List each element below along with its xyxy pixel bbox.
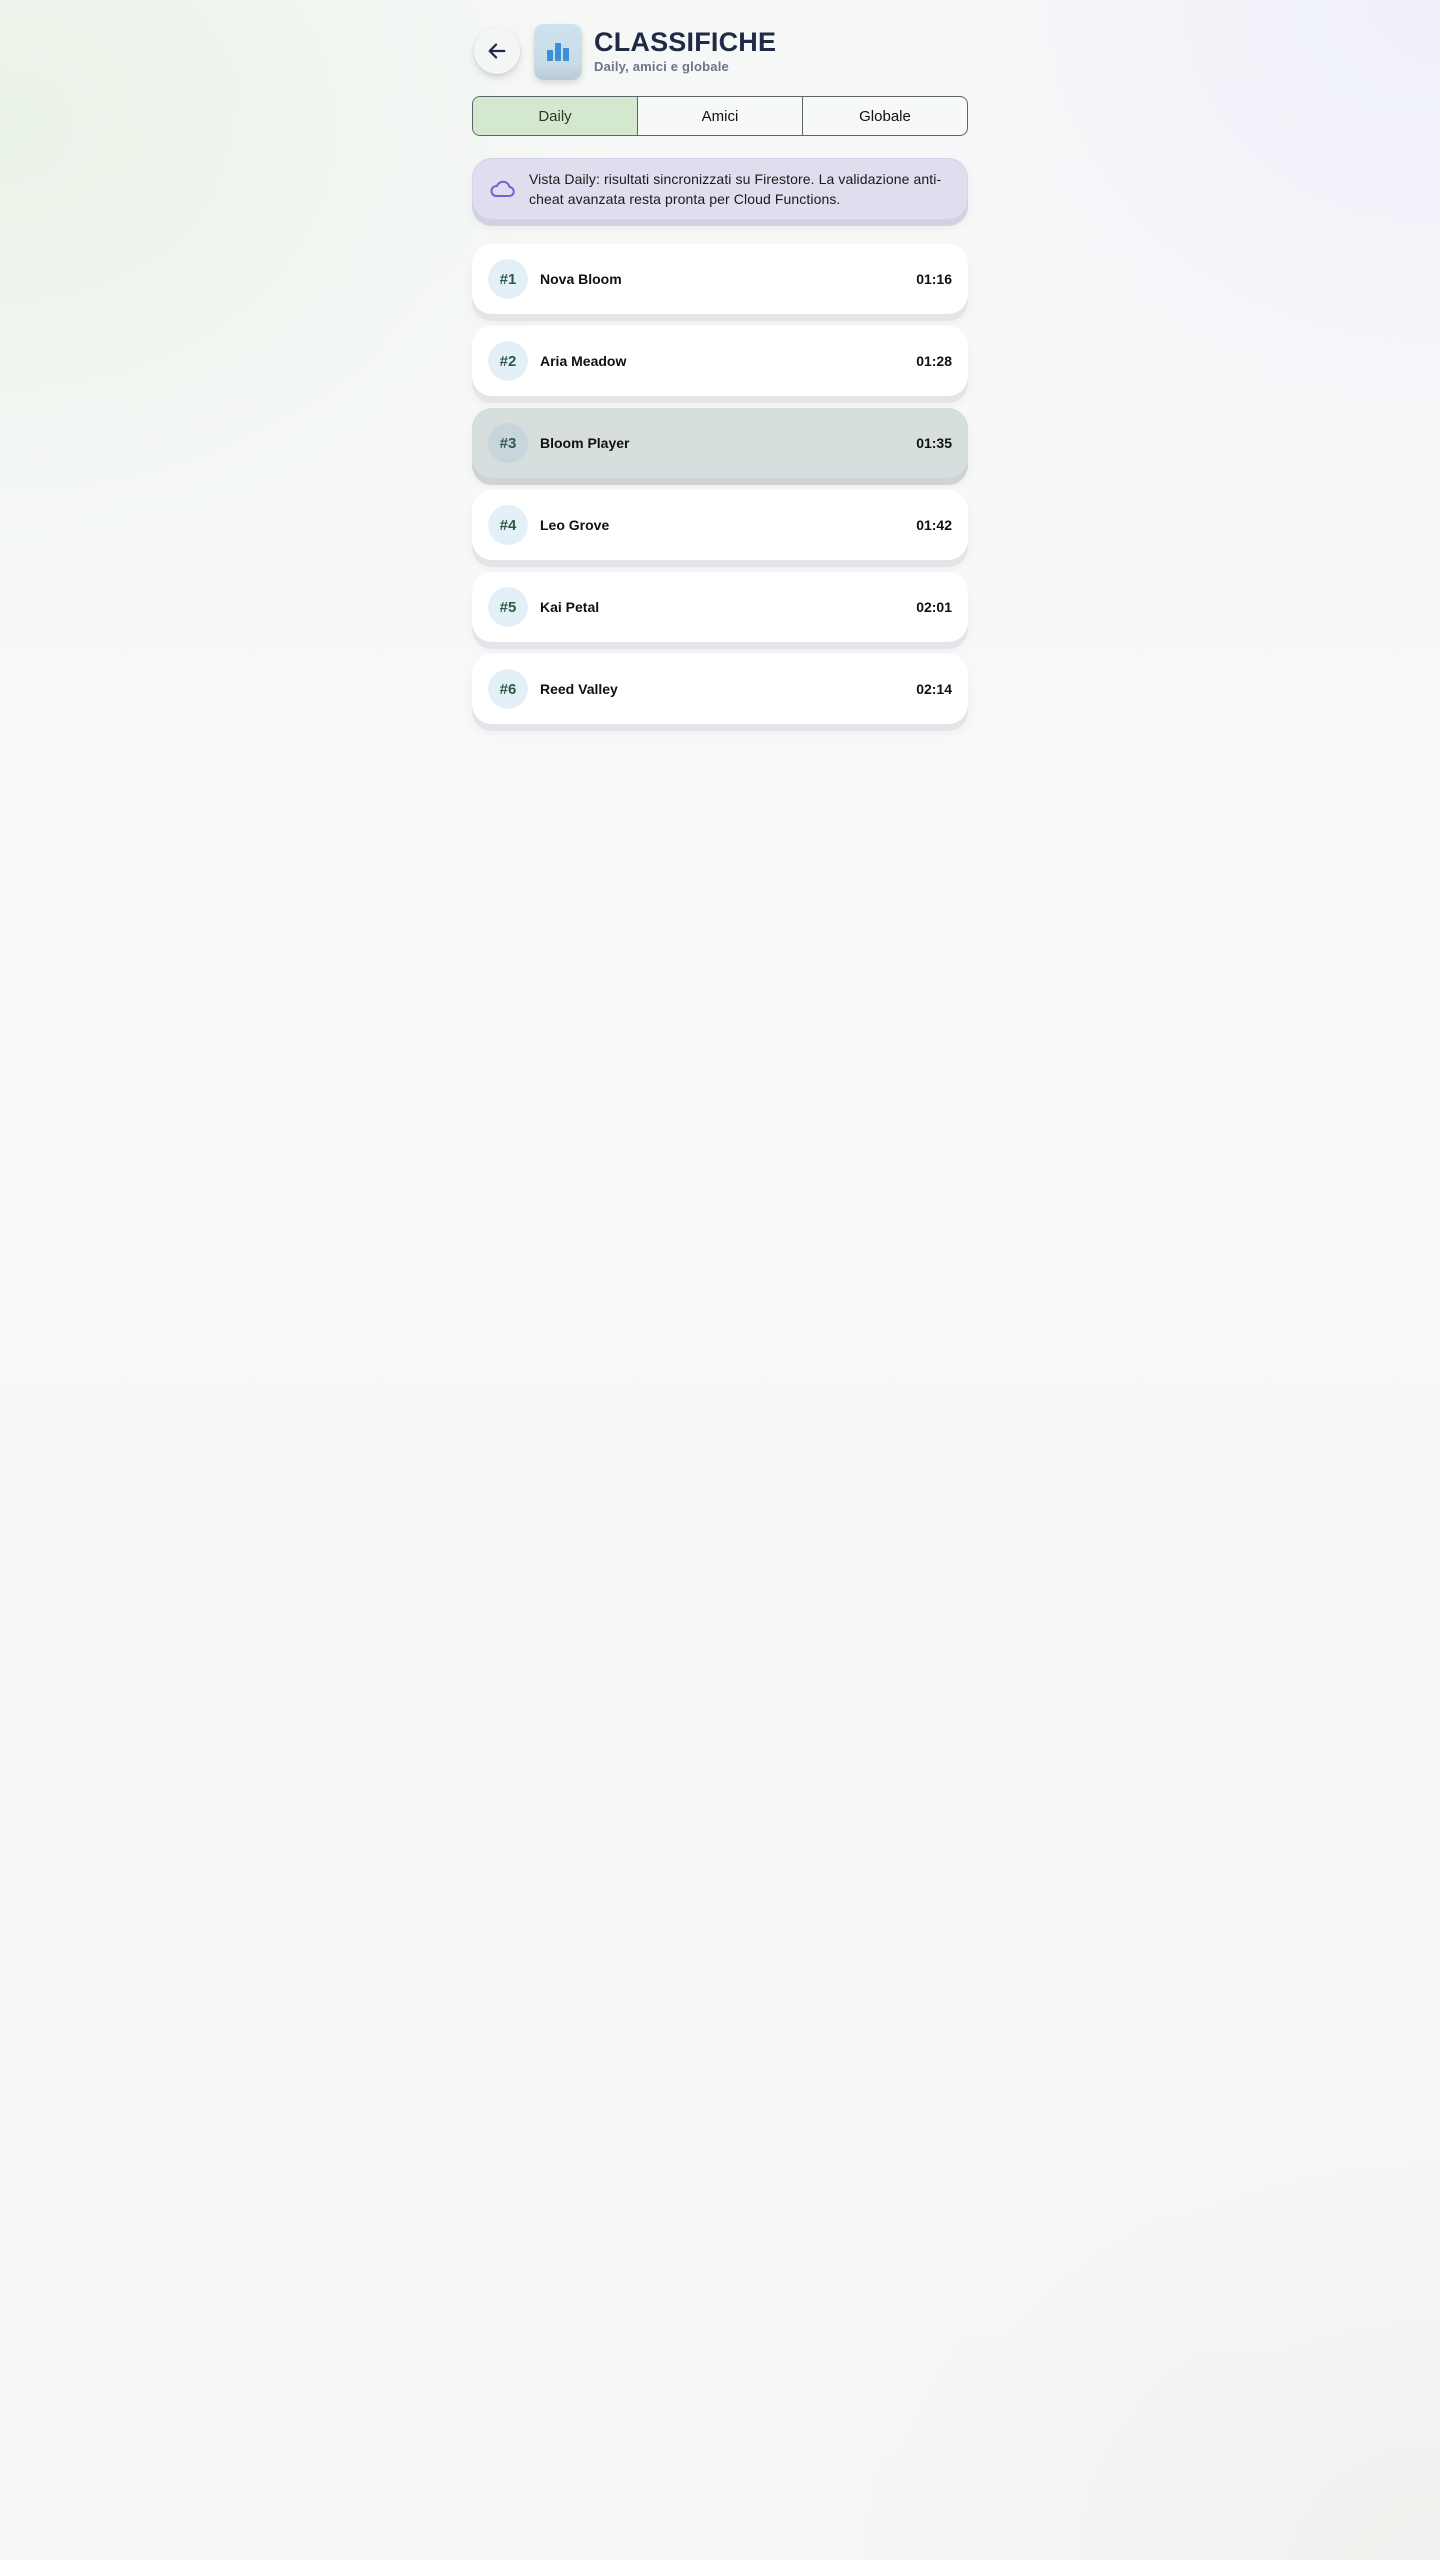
- title-block: CLASSIFICHE Daily, amici e globale: [594, 26, 776, 74]
- player-name: Aria Meadow: [540, 353, 627, 369]
- header: CLASSIFICHE Daily, amici e globale: [472, 24, 968, 86]
- info-text: Vista Daily: risultati sincronizzati su …: [529, 171, 942, 207]
- arrow-left-icon: [488, 43, 506, 59]
- player-name: Kai Petal: [540, 599, 600, 615]
- back-button[interactable]: [474, 28, 520, 74]
- player-name: Leo Grove: [540, 517, 610, 533]
- info-banner: Vista Daily: risultati sincronizzati su …: [472, 158, 968, 220]
- tab-daily[interactable]: Daily: [473, 97, 637, 135]
- leaderboard-row[interactable]: #5 Kai Petal 02:01: [472, 572, 968, 642]
- player-time: 01:16: [916, 271, 952, 287]
- rank-badge: #2: [488, 341, 528, 381]
- page-subtitle: Daily, amici e globale: [594, 59, 729, 74]
- player-time: 01:28: [916, 353, 952, 369]
- leaderboard-row[interactable]: #1 Nova Bloom 01:16: [472, 244, 968, 314]
- leaderboard-row[interactable]: #6 Reed Valley 02:14: [472, 654, 968, 724]
- leaderboard-row-current-player[interactable]: #3 Bloom Player 01:35: [472, 408, 968, 478]
- player-name: Nova Bloom: [540, 271, 622, 287]
- player-time: 01:42: [916, 517, 952, 533]
- leaderboard-screen: CLASSIFICHE Daily, amici e globale Daily…: [472, 24, 968, 736]
- player-time: 01:35: [916, 435, 952, 451]
- app-logo: [534, 24, 582, 80]
- rank-badge: #6: [488, 669, 528, 709]
- cloud-icon: [489, 179, 515, 199]
- page-title: CLASSIFICHE: [594, 27, 777, 57]
- rank-badge: #1: [488, 259, 528, 299]
- tab-amici[interactable]: Amici: [637, 97, 802, 135]
- player-time: 02:01: [916, 599, 952, 615]
- player-time: 02:14: [916, 681, 952, 697]
- leaderboard-row[interactable]: #2 Aria Meadow 01:28: [472, 326, 968, 396]
- rank-badge: #3: [488, 423, 528, 463]
- leaderboard-list: #1 Nova Bloom 01:16 #2 Aria Meadow 01:28…: [472, 244, 968, 724]
- tab-globale[interactable]: Globale: [802, 97, 967, 135]
- bar-chart-icon: [547, 43, 569, 61]
- rank-badge: #4: [488, 505, 528, 545]
- leaderboard-row[interactable]: #4 Leo Grove 01:42: [472, 490, 968, 560]
- tab-bar: Daily Amici Globale: [472, 96, 968, 136]
- rank-badge: #5: [488, 587, 528, 627]
- player-name: Bloom Player: [540, 435, 630, 451]
- player-name: Reed Valley: [540, 681, 618, 697]
